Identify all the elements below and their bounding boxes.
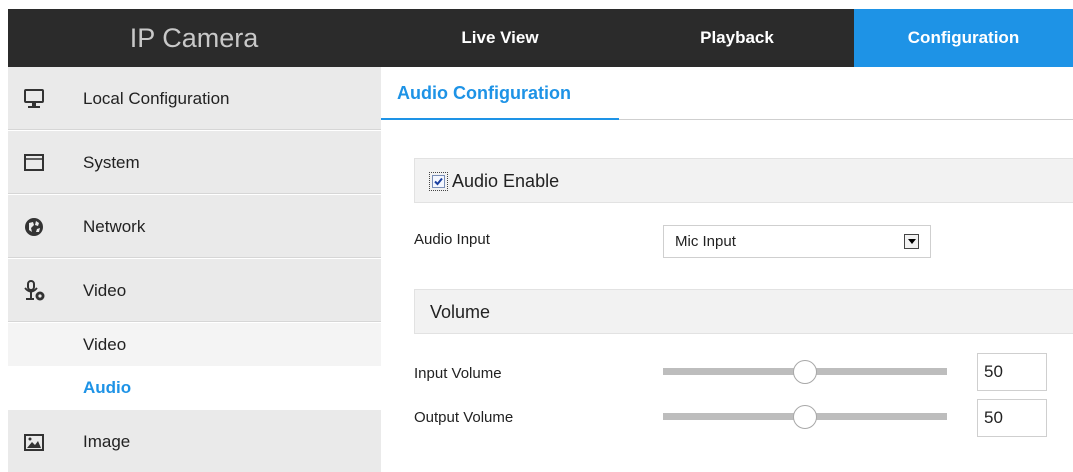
sidebar-subitem-audio[interactable]: Audio bbox=[8, 366, 381, 409]
slider-handle[interactable] bbox=[793, 405, 817, 429]
input-volume-label: Input Volume bbox=[414, 365, 502, 382]
sidebar-item-video[interactable]: Video bbox=[8, 259, 381, 322]
audio-input-label: Audio Input bbox=[414, 231, 490, 248]
tab-configuration[interactable]: Configuration bbox=[854, 9, 1073, 67]
tab-playback[interactable]: Playback bbox=[620, 9, 854, 67]
check-icon bbox=[434, 177, 443, 186]
sidebar-item-label: Video bbox=[83, 281, 127, 300]
sidebar: Local Configuration System Network Video… bbox=[8, 67, 381, 472]
image-icon bbox=[23, 431, 45, 453]
input-volume-value[interactable]: 50 bbox=[977, 353, 1047, 391]
audio-enable-section: Audio Enable bbox=[414, 158, 1073, 203]
tab-audio-configuration[interactable]: Audio Configuration bbox=[381, 67, 619, 120]
volume-section-title: Volume bbox=[430, 302, 491, 322]
sidebar-item-label: Local Configuration bbox=[83, 89, 230, 108]
audio-input-select[interactable]: Mic Input bbox=[663, 225, 931, 258]
brand-title: IP Camera bbox=[129, 23, 259, 53]
output-volume-label: Output Volume bbox=[414, 409, 514, 426]
tab-strip: Audio Configuration bbox=[381, 67, 1073, 120]
audio-enable-checkbox[interactable] bbox=[429, 172, 448, 191]
output-volume-value[interactable]: 50 bbox=[977, 399, 1047, 437]
volume-section: Volume bbox=[414, 289, 1073, 334]
window-icon bbox=[23, 152, 45, 174]
sidebar-item-label: Image bbox=[83, 432, 131, 451]
globe-icon bbox=[23, 216, 45, 238]
sidebar-item-label: Network bbox=[83, 217, 146, 236]
sidebar-subitem-label: Audio bbox=[83, 378, 132, 397]
sidebar-subitem-label: Video bbox=[83, 335, 127, 354]
monitor-icon bbox=[23, 88, 45, 110]
sidebar-item-network[interactable]: Network bbox=[8, 195, 381, 258]
audio-input-value: Mic Input bbox=[675, 233, 736, 250]
tab-label: Audio Configuration bbox=[397, 83, 571, 103]
sidebar-item-label: System bbox=[83, 153, 140, 172]
audio-enable-label: Audio Enable bbox=[452, 171, 560, 191]
sidebar-item-image[interactable]: Image bbox=[8, 410, 381, 472]
main-content: Audio Configuration Audio Enable Audio I… bbox=[381, 67, 1073, 472]
sidebar-item-system[interactable]: System bbox=[8, 131, 381, 194]
chevron-down-icon bbox=[904, 234, 919, 249]
input-volume-slider[interactable] bbox=[663, 360, 947, 384]
tab-live-view[interactable]: Live View bbox=[380, 9, 620, 67]
microphone-camera-icon bbox=[23, 280, 45, 302]
sidebar-item-local-configuration[interactable]: Local Configuration bbox=[8, 67, 381, 130]
sidebar-subitem-video[interactable]: Video bbox=[8, 323, 381, 366]
slider-handle[interactable] bbox=[793, 360, 817, 384]
output-volume-slider[interactable] bbox=[663, 405, 947, 429]
top-navigation-bar: IP Camera Live View Playback Configurati… bbox=[8, 9, 1073, 67]
